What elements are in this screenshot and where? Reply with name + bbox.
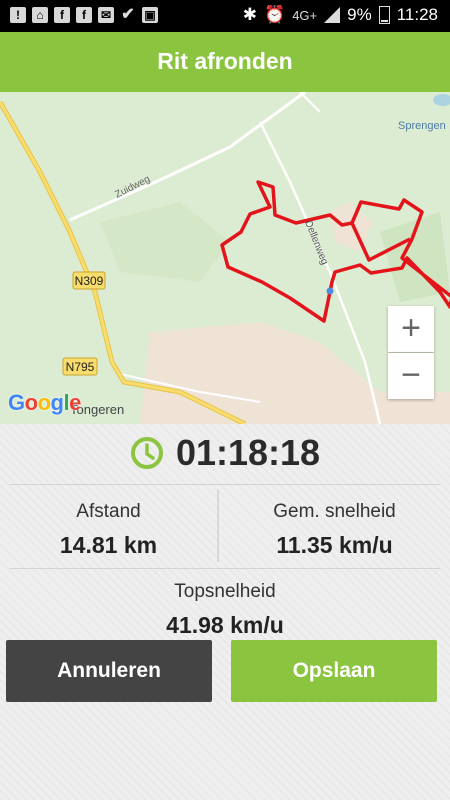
page-title: Rit afronden (0, 32, 450, 92)
divider (10, 484, 440, 485)
system-icons: ✱ ⏰ 4G+ 9% 11:28 (243, 5, 438, 25)
place-label-sprengen: Sprengen (398, 120, 446, 132)
zoom-in-button[interactable]: + (388, 306, 434, 352)
battery-icon (378, 6, 390, 24)
road-label-n795: N795 (66, 360, 95, 374)
top-speed-stat: Topsnelheid 41.98 km/u (0, 581, 450, 639)
zoom-out-button[interactable]: − (388, 353, 434, 399)
facebook-icon: f (54, 7, 70, 23)
avg-speed-stat: Gem. snelheid 11.35 km/u (219, 501, 450, 559)
cleaner-icon: ⌂ (32, 7, 48, 23)
distance-value: 14.81 km (59, 532, 158, 558)
save-button[interactable]: Opslaan (231, 640, 437, 702)
top-speed-value: 41.98 km/u (166, 612, 284, 638)
duration-row: 01:18:18 (0, 432, 450, 474)
divider (10, 568, 440, 569)
road-label-n309: N309 (75, 274, 104, 288)
inbox-icon: ▣ (142, 7, 158, 23)
duration-value: 01:18:18 (175, 432, 321, 473)
clock-icon (130, 437, 163, 469)
alarm-icon: ⏰ (264, 5, 286, 24)
check-icon: ✔ (121, 6, 135, 23)
route-map[interactable]: N309 N795 Zuidweg Dellenweg Sprengen Ton… (0, 92, 450, 424)
status-bar: ! ⌂ f f ✉ ✔ ▣ ✱ ⏰ 4G+ 9% 11:28 (0, 0, 450, 32)
top-speed-label: Topsnelheid (174, 581, 276, 602)
network-type: 4G+ (292, 7, 318, 23)
avg-speed-value: 11.35 km/u (276, 532, 393, 558)
location-dot (326, 287, 334, 295)
distance-label: Afstand (76, 501, 141, 522)
battery-percent: 9% (347, 5, 372, 24)
google-logo: Google (8, 390, 81, 415)
signal-icon (324, 7, 341, 23)
mail-icon: ✉ (98, 7, 114, 23)
facebook-icon: f (76, 7, 92, 23)
distance-stat: Afstand 14.81 km (0, 501, 217, 559)
bluetooth-icon: ✱ (242, 5, 258, 24)
clock: 11:28 (396, 5, 438, 24)
alert-icon: ! (10, 7, 26, 23)
cancel-button[interactable]: Annuleren (6, 640, 212, 702)
map-canvas[interactable]: N309 N795 Zuidweg Dellenweg Sprengen Ton… (0, 92, 450, 424)
notification-icons: ! ⌂ f f ✉ ✔ ▣ (10, 7, 158, 23)
ride-summary: 01:18:18 Afstand 14.81 km Gem. snelheid … (0, 424, 450, 800)
avg-speed-label: Gem. snelheid (273, 501, 396, 522)
